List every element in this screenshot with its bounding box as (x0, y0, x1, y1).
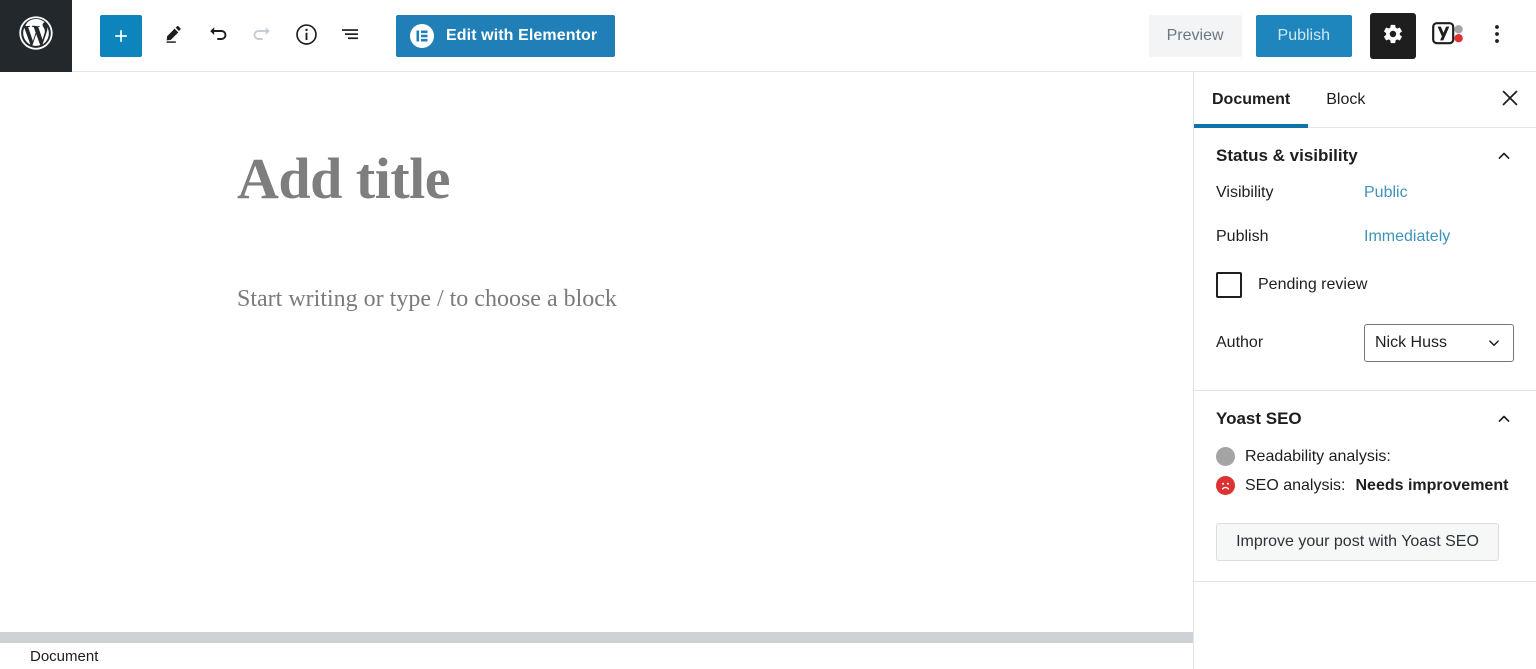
horizontal-scrollbar[interactable] (0, 632, 1193, 643)
author-row: Author Nick Huss (1216, 324, 1514, 362)
sidebar-tab-bar: Document Block (1194, 72, 1536, 128)
publish-button[interactable]: Publish (1255, 14, 1352, 57)
readability-analysis-row: Readability analysis: (1216, 447, 1514, 466)
tab-document[interactable]: Document (1194, 72, 1309, 128)
readability-analysis-label: Readability analysis: (1245, 447, 1391, 465)
yoast-seo-button[interactable] (1424, 13, 1474, 59)
redo-icon (250, 22, 274, 49)
publish-date-label: Publish (1216, 228, 1269, 245)
editor-toolbar: Edit with Elementor Preview Publish (0, 0, 1536, 72)
yoast-seo-icon (1432, 20, 1466, 51)
undo-button[interactable] (196, 15, 240, 57)
list-view-icon (338, 22, 362, 49)
yoast-seo-panel: Yoast SEO Readability analysis: SEO anal… (1194, 391, 1536, 582)
pending-review-checkbox[interactable] (1216, 272, 1242, 298)
toolbar-left-group: Edit with Elementor (72, 14, 616, 57)
redo-button[interactable] (240, 15, 284, 57)
edit-with-elementor-label: Edit with Elementor (446, 26, 598, 44)
seo-analysis-value: Needs improvement (1355, 476, 1509, 494)
yoast-seo-panel-body: Readability analysis: SEO analysis: Need… (1194, 447, 1536, 581)
chevron-up-icon (1494, 146, 1514, 166)
visibility-label: Visibility (1216, 184, 1274, 201)
readability-status-icon (1216, 447, 1235, 466)
kebab-menu-icon (1494, 22, 1500, 49)
toolbar-right-group: Preview Publish (1148, 12, 1536, 59)
author-select-value: Nick Huss (1375, 334, 1448, 351)
status-visibility-title: Status & visibility (1216, 146, 1358, 165)
wordpress-logo-icon (16, 13, 56, 58)
undo-icon (206, 22, 230, 49)
preview-button[interactable]: Preview (1148, 14, 1242, 57)
breadcrumb-item-document[interactable]: Document (30, 648, 98, 665)
visibility-value-button[interactable]: Public (1364, 184, 1408, 202)
edit-with-elementor-button[interactable]: Edit with Elementor (396, 14, 616, 57)
gear-icon (1382, 23, 1404, 48)
add-block-button[interactable] (100, 14, 142, 57)
chevron-up-icon (1494, 409, 1514, 429)
tab-block[interactable]: Block (1308, 72, 1383, 127)
status-visibility-panel-header[interactable]: Status & visibility (1194, 128, 1536, 184)
wordpress-logo-button[interactable] (0, 0, 72, 72)
list-view-button[interactable] (328, 15, 372, 57)
more-options-button[interactable] (1478, 13, 1516, 59)
pencil-icon (163, 23, 185, 48)
pending-review-label: Pending review (1258, 276, 1368, 293)
publish-date-value-button[interactable]: Immediately (1364, 228, 1450, 246)
seo-analysis-label: SEO analysis: (1245, 476, 1346, 494)
wordpress-block-editor: Edit with Elementor Preview Publish Add … (0, 0, 1536, 669)
author-label: Author (1216, 334, 1264, 351)
editor-canvas[interactable]: Add title Start writing or type / to cho… (0, 72, 1193, 632)
post-body-input[interactable]: Start writing or type / to choose a bloc… (237, 283, 617, 317)
elementor-icon (410, 23, 434, 48)
breadcrumb: Document (0, 643, 1193, 669)
yoast-seo-panel-header[interactable]: Yoast SEO (1194, 391, 1536, 447)
pending-review-row: Pending review (1216, 272, 1514, 298)
publish-date-row: Publish Immediately (1216, 228, 1514, 246)
seo-analysis-row: SEO analysis: Needs improvement (1216, 476, 1514, 495)
visibility-row: Visibility Public (1216, 184, 1514, 202)
content-info-button[interactable] (284, 15, 328, 57)
edit-mode-button[interactable] (152, 15, 196, 57)
chevron-down-icon (1485, 334, 1503, 352)
seo-status-icon (1216, 476, 1235, 495)
improve-post-button[interactable]: Improve your post with Yoast SEO (1216, 523, 1499, 561)
yoast-seo-title: Yoast SEO (1216, 409, 1302, 428)
close-icon (1500, 88, 1520, 111)
post-title-input[interactable]: Add title (237, 150, 451, 208)
settings-button[interactable] (1370, 12, 1416, 59)
status-visibility-panel: Status & visibility Visibility Public Pu… (1194, 128, 1536, 391)
author-select[interactable]: Nick Huss (1364, 324, 1514, 362)
settings-sidebar: Document Block Status & visibility Visib… (1193, 72, 1536, 669)
status-visibility-panel-body: Visibility Public Publish Immediately Pe… (1194, 184, 1536, 390)
info-icon (294, 22, 319, 50)
close-sidebar-button[interactable] (1484, 72, 1536, 127)
